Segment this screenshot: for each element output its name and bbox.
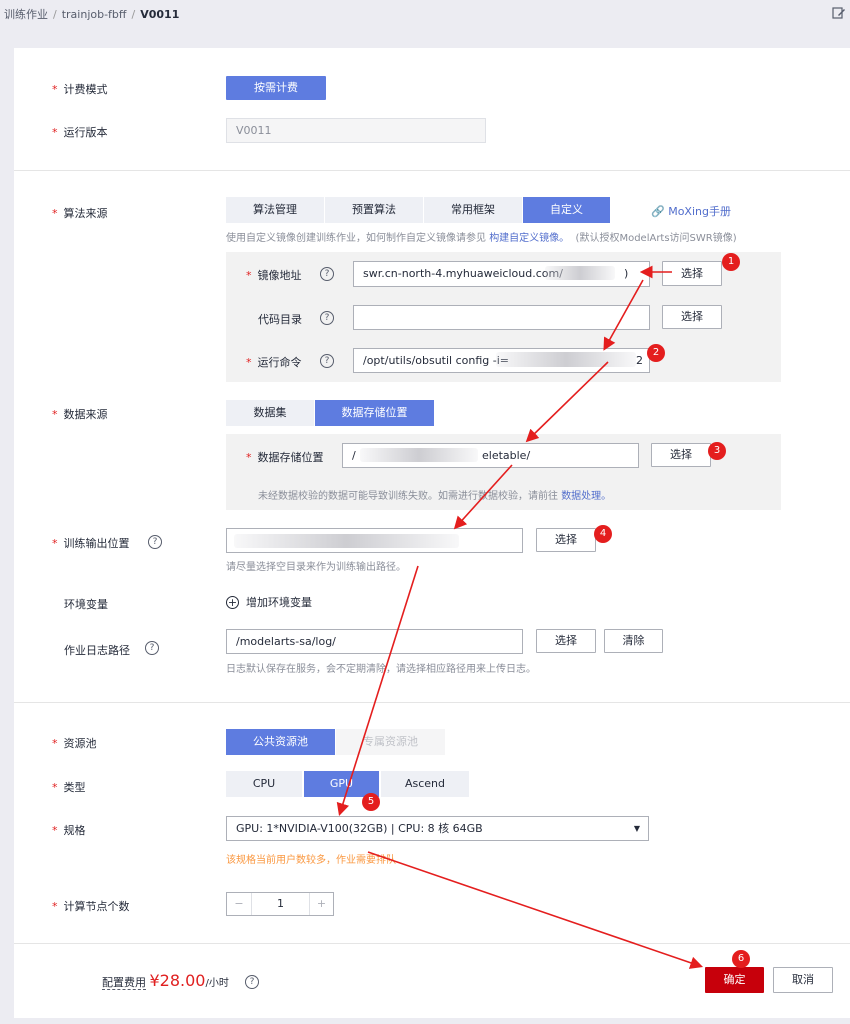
- annotation-arrows: [336, 265, 704, 969]
- annotation-badge: 5: [362, 793, 380, 811]
- arrow-2: [603, 279, 644, 351]
- annotation-badge: 4: [594, 525, 612, 543]
- annotation-badge: 2: [647, 344, 665, 362]
- arrow-5: [336, 565, 419, 817]
- annotation-badge: 1: [722, 253, 740, 271]
- annotation-badge: 3: [708, 442, 726, 460]
- arrow-3: [525, 361, 609, 443]
- arrow-6: [367, 851, 704, 969]
- annotation-badge: 6: [732, 950, 750, 968]
- arrow-4: [453, 464, 513, 530]
